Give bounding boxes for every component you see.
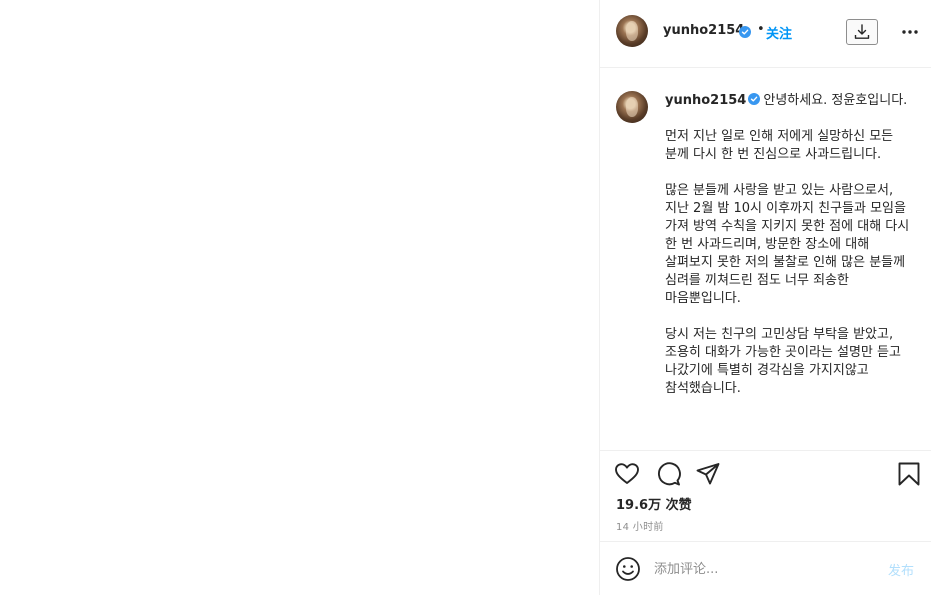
post-timestamp[interactable]: 14 小时前 [616, 518, 664, 533]
caption-author-avatar[interactable] [616, 91, 648, 123]
post-details-panel: yunho2154 • 关注 yunho2154 안녕하세요. 정윤호입니다. 먼… [599, 0, 931, 595]
comment-icon[interactable] [655, 461, 681, 487]
emoji-icon[interactable] [615, 556, 641, 582]
verified-icon [748, 93, 761, 105]
verified-icon [739, 26, 751, 38]
caption-text: 안녕하세요. 정윤호입니다. 먼저 지난 일로 인해 저에게 실망하신 모든 분… [665, 93, 910, 396]
download-button[interactable] [846, 19, 878, 45]
download-icon [854, 24, 870, 39]
author-username[interactable]: yunho2154 [663, 23, 744, 38]
post-comment-button[interactable]: 发布 [888, 560, 914, 579]
likes-count[interactable]: 19.6万 次赞 [616, 494, 692, 513]
post-media-area[interactable] [0, 0, 599, 595]
bookmark-icon[interactable] [896, 461, 922, 487]
post-header: yunho2154 • 关注 [600, 0, 931, 68]
post-actions: 19.6万 次赞 14 小时前 [600, 450, 931, 542]
separator-dot: • [757, 22, 765, 37]
heart-icon[interactable] [614, 461, 640, 487]
comment-bar: 发布 [600, 542, 931, 595]
follow-button[interactable]: 关注 [766, 23, 792, 42]
share-icon[interactable] [695, 461, 721, 487]
comment-input[interactable] [654, 559, 874, 579]
author-avatar[interactable] [616, 15, 648, 47]
caption-section[interactable]: yunho2154 안녕하세요. 정윤호입니다. 먼저 지난 일로 인해 저에게 … [600, 69, 931, 450]
caption-body: yunho2154 안녕하세요. 정윤호입니다. 먼저 지난 일로 인해 저에게 … [665, 92, 912, 398]
caption-author-username[interactable]: yunho2154 [665, 93, 746, 108]
more-options-icon[interactable] [900, 22, 920, 42]
